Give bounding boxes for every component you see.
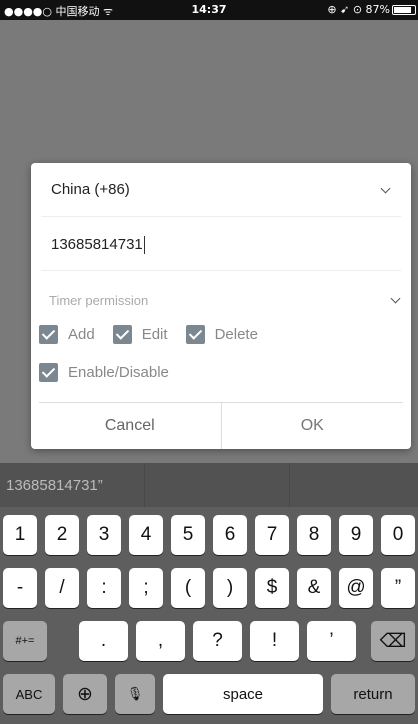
key[interactable]: 3 bbox=[87, 515, 121, 555]
key[interactable]: : bbox=[87, 568, 121, 608]
key[interactable]: 1 bbox=[3, 515, 37, 555]
checkbox-checked-icon bbox=[112, 325, 132, 344]
key[interactable]: / bbox=[45, 568, 79, 608]
key[interactable]: ! bbox=[250, 621, 299, 661]
backspace-icon[interactable]: ⌫ bbox=[371, 621, 415, 661]
enable-disable-row: Enable/Disable bbox=[39, 363, 169, 382]
key-row-bottom: ABC ⊕ 🎙 space return bbox=[0, 674, 418, 714]
key[interactable]: ( bbox=[171, 568, 205, 608]
status-indicators: ⊕ ➹ ⊙ 87% bbox=[327, 3, 390, 16]
add-user-dialog: China (+86) 13685814731 Timer permission… bbox=[31, 163, 411, 449]
keyboard: 13685814731” 1 2 3 4 5 6 7 8 9 0 - / : ;… bbox=[0, 463, 418, 724]
key[interactable]: ” bbox=[381, 568, 415, 608]
suggestion-item[interactable]: 13685814731” bbox=[0, 463, 145, 507]
checkbox-checked-icon bbox=[39, 363, 58, 382]
dialog-buttons: Cancel OK bbox=[39, 402, 403, 449]
delete-label: Delete bbox=[214, 326, 258, 343]
key[interactable]: , bbox=[136, 621, 185, 661]
permission-checkboxes: Add Edit Delete bbox=[39, 325, 258, 344]
text-cursor bbox=[143, 235, 146, 254]
key[interactable]: @ bbox=[339, 568, 373, 608]
checkbox-checked-icon bbox=[185, 325, 205, 344]
key[interactable]: 9 bbox=[339, 515, 373, 555]
key[interactable]: ’ bbox=[307, 621, 356, 661]
chevron-down-icon bbox=[391, 295, 401, 305]
key-row-punctuation: #+= . , ? ! ’ ⌫ bbox=[0, 621, 418, 661]
timer-permission-label: Timer permission bbox=[49, 292, 149, 308]
status-bar: ●●●●○ 中国移动 ᯤ 14:37 ⊕ ➹ ⊙ 87% bbox=[0, 0, 418, 20]
key[interactable]: & bbox=[297, 568, 331, 608]
key-row-symbols: - / : ; ( ) $ & @ ” bbox=[0, 568, 418, 608]
symbols-switch-key[interactable]: #+= bbox=[3, 621, 47, 661]
add-label: Add bbox=[68, 326, 95, 343]
key[interactable]: 5 bbox=[171, 515, 205, 555]
enable-disable-label: Enable/Disable bbox=[68, 364, 169, 381]
key[interactable]: 0 bbox=[381, 515, 415, 555]
key[interactable]: ) bbox=[213, 568, 247, 608]
phone-value: 13685814731 bbox=[51, 236, 143, 253]
country-select[interactable]: China (+86) bbox=[41, 163, 401, 217]
key[interactable]: 2 bbox=[45, 515, 79, 555]
suggestion-empty bbox=[145, 463, 290, 507]
enable-disable-checkbox[interactable]: Enable/Disable bbox=[39, 363, 169, 382]
edit-checkbox[interactable]: Edit bbox=[112, 325, 168, 344]
chevron-down-icon bbox=[381, 185, 391, 195]
add-checkbox[interactable]: Add bbox=[39, 325, 95, 344]
globe-icon[interactable]: ⊕ bbox=[63, 674, 107, 714]
battery-icon bbox=[392, 5, 416, 15]
key[interactable]: ? bbox=[193, 621, 242, 661]
microphone-icon[interactable]: 🎙 bbox=[115, 674, 155, 714]
key[interactable]: 4 bbox=[129, 515, 163, 555]
key-row-numbers: 1 2 3 4 5 6 7 8 9 0 bbox=[0, 515, 418, 555]
suggestion-bar: 13685814731” bbox=[0, 463, 418, 507]
key[interactable]: 8 bbox=[297, 515, 331, 555]
timer-permission-select[interactable]: Timer permission bbox=[41, 285, 401, 315]
key[interactable]: 6 bbox=[213, 515, 247, 555]
cancel-button[interactable]: Cancel bbox=[39, 403, 221, 449]
key[interactable]: . bbox=[79, 621, 128, 661]
edit-label: Edit bbox=[141, 326, 168, 343]
key[interactable]: 7 bbox=[255, 515, 289, 555]
space-key[interactable]: space bbox=[163, 674, 323, 714]
return-key[interactable]: return bbox=[331, 674, 415, 714]
delete-checkbox[interactable]: Delete bbox=[185, 325, 258, 344]
checkbox-checked-icon bbox=[39, 325, 58, 344]
screen: ●●●●○ 中国移动 ᯤ 14:37 ⊕ ➹ ⊙ 87% China (+86)… bbox=[0, 0, 418, 724]
abc-key[interactable]: ABC bbox=[3, 674, 55, 714]
phone-input[interactable]: 13685814731 bbox=[41, 219, 401, 271]
key[interactable]: - bbox=[3, 568, 37, 608]
ok-button[interactable]: OK bbox=[220, 403, 404, 449]
key[interactable]: $ bbox=[255, 568, 289, 608]
country-label: China (+86) bbox=[51, 181, 130, 198]
key[interactable]: ; bbox=[129, 568, 163, 608]
